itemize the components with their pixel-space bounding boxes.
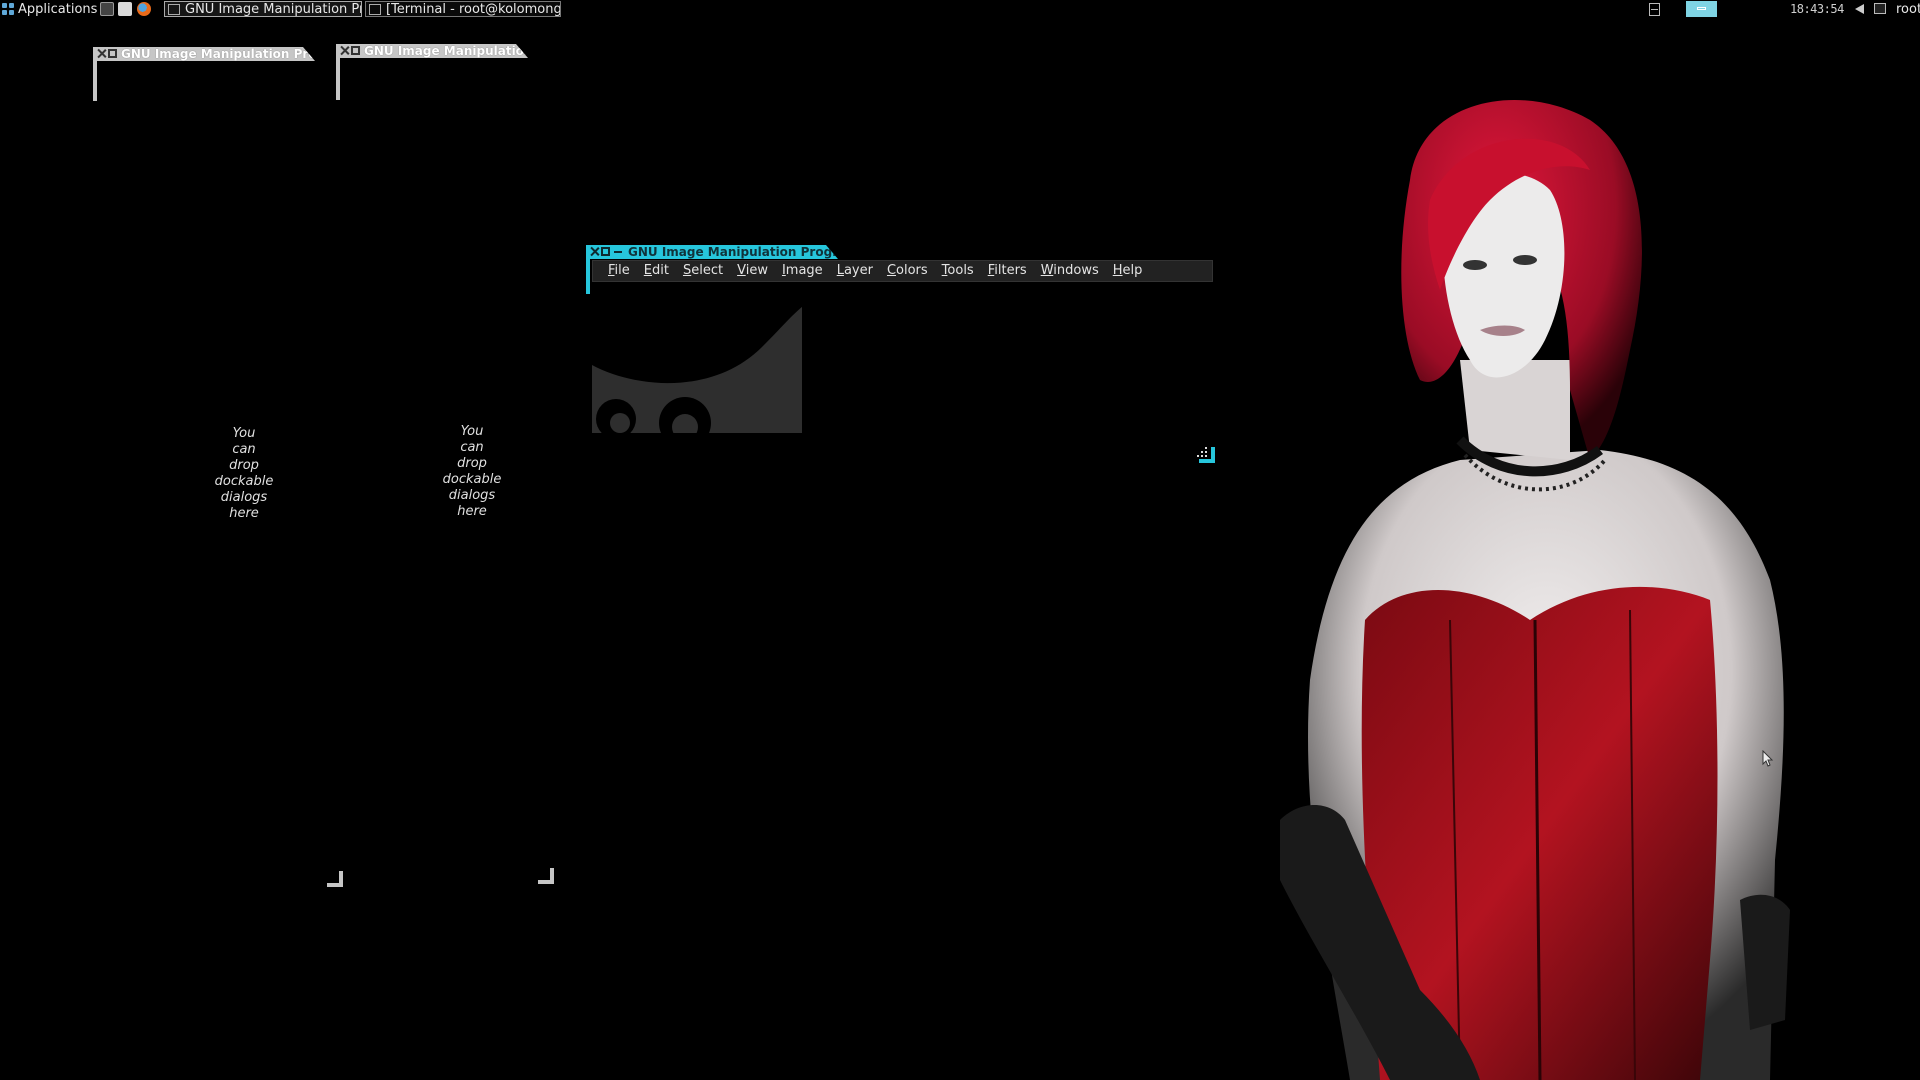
window-title: GNU Image Manipulation Program [628, 245, 838, 259]
wallpaper-figure [1280, 100, 1790, 1080]
menu-help[interactable]: Help [1106, 261, 1150, 281]
window-titlebar[interactable]: GNU Image Manipulation Program [586, 245, 838, 259]
minimize-icon[interactable] [614, 251, 622, 253]
window-title: GNU Image Manipulation Progr [121, 47, 315, 61]
maximize-icon[interactable] [108, 49, 117, 58]
file-manager-launcher-icon[interactable] [118, 2, 132, 16]
window-titlebar[interactable]: GNU Image Manipulation Progr [93, 47, 315, 61]
window-titlebar[interactable]: GNU Image Manipulation I [336, 44, 528, 58]
gimp-dock-window-1: GNU Image Manipulation Progr You can dro… [93, 47, 353, 887]
terminal-launcher-icon[interactable] [100, 2, 114, 16]
window-border [336, 58, 340, 100]
resize-grip-icon[interactable] [538, 868, 554, 884]
mouse-cursor-icon [1762, 750, 1774, 767]
network-icon[interactable] [1874, 3, 1886, 14]
gimp-task-icon [168, 4, 180, 15]
window-title: GNU Image Manipulation I [364, 44, 528, 58]
desktop: Applications GNU Image Manipulation Pr..… [0, 0, 1920, 1080]
menu-select[interactable]: Select [676, 261, 730, 281]
drop-hint-line: You [460, 424, 484, 439]
window-border [93, 61, 97, 101]
menu-image[interactable]: Image [775, 261, 830, 281]
maximize-icon[interactable] [351, 46, 360, 55]
drop-hint-line: You [232, 426, 256, 441]
user-label[interactable]: root [1896, 0, 1920, 18]
menu-view[interactable]: View [730, 261, 775, 281]
drop-hint-line: dockable [214, 474, 274, 489]
drop-hint-line: drop [457, 456, 487, 471]
dock-drop-hint: You can drop dockable dialogs here [204, 426, 284, 522]
volume-icon[interactable] [1855, 4, 1864, 14]
applications-menu-icon [2, 2, 15, 16]
taskbar-item-label: GNU Image Manipulation Pr... [185, 1, 362, 17]
taskbar-item-terminal[interactable]: [Terminal - root@kolomong... [365, 1, 561, 17]
grip-dots-icon [1197, 447, 1207, 457]
menu-filters[interactable]: Filters [981, 261, 1034, 281]
menu-file[interactable]: File [601, 261, 637, 281]
menu-edit[interactable]: Edit [637, 261, 676, 281]
workspace-pager-active[interactable] [1686, 1, 1717, 17]
drop-hint-line: here [229, 506, 259, 521]
top-panel: Applications GNU Image Manipulation Pr..… [0, 0, 1920, 18]
drop-hint-line: dialogs [220, 490, 268, 505]
close-icon[interactable] [340, 46, 349, 55]
drop-hint-line: here [457, 504, 487, 519]
gimp-image-window: GNU Image Manipulation Program File Edit… [586, 245, 1222, 475]
wilber-mascot-icon [592, 307, 802, 433]
gimp-menubar: File Edit Select View Image Layer Colors… [592, 260, 1213, 282]
pager-icon[interactable] [1649, 3, 1660, 16]
window-border [586, 259, 590, 294]
gimp-dock-window-2: GNU Image Manipulation I You can drop do… [336, 44, 566, 884]
terminal-task-icon [369, 4, 381, 15]
maximize-icon[interactable] [601, 247, 610, 256]
dock-drop-hint: You can drop dockable dialogs here [432, 424, 512, 520]
drop-hint-line: can [460, 440, 484, 455]
drop-hint-line: dockable [442, 472, 502, 487]
taskbar-item-label: [Terminal - root@kolomong... [386, 1, 561, 17]
menu-tools[interactable]: Tools [935, 261, 981, 281]
applications-menu-label: Applications [18, 1, 98, 17]
drop-hint-line: can [232, 442, 256, 457]
menu-layer[interactable]: Layer [830, 261, 880, 281]
close-icon[interactable] [590, 247, 599, 256]
drop-hint-line: drop [229, 458, 259, 473]
menu-windows[interactable]: Windows [1034, 261, 1106, 281]
clock[interactable]: 18:43:54 [1790, 0, 1844, 18]
resize-grip-icon[interactable] [1197, 447, 1217, 467]
close-icon[interactable] [97, 49, 106, 58]
firefox-launcher-icon[interactable] [137, 2, 151, 16]
taskbar-item-gimp[interactable]: GNU Image Manipulation Pr... [164, 1, 362, 17]
drop-hint-line: dialogs [448, 488, 496, 503]
applications-menu[interactable]: Applications [2, 0, 97, 18]
menu-colors[interactable]: Colors [880, 261, 935, 281]
